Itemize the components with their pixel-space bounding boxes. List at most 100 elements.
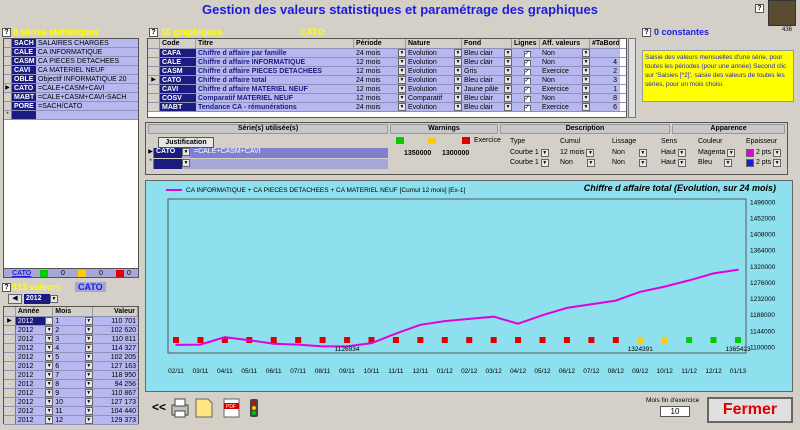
- mois-select[interactable]: 8 ▼: [53, 380, 93, 388]
- periode-select[interactable]: 12 mois ▼: [354, 94, 406, 102]
- series-label[interactable]: CA PIECES DETACHEES: [36, 57, 138, 65]
- table-row[interactable]: ▶ 2012 ▼ 1 ▼ 110 701: [4, 317, 138, 326]
- valeur-value[interactable]: 129 373: [92, 416, 138, 424]
- series-label[interactable]: CA MATERIEL NEUF: [36, 66, 138, 74]
- mois-fin-input[interactable]: 10: [660, 406, 690, 417]
- graphs-scrollbar[interactable]: [628, 38, 636, 118]
- nature-select[interactable]: Evolution ▼: [406, 49, 462, 57]
- tabord-value[interactable]: 4: [590, 58, 620, 66]
- aff-select[interactable]: Exercice ▼: [540, 85, 590, 93]
- series-code[interactable]: CATO: [12, 84, 36, 92]
- fond-select[interactable]: Bleu clair ▼: [462, 58, 512, 66]
- annee-select[interactable]: 2012 ▼: [15, 353, 54, 361]
- valeur-value[interactable]: 127 173: [92, 398, 138, 406]
- series-label[interactable]: Objectif INFORMATIQUE 20: [36, 75, 138, 83]
- cumul-select[interactable]: 12 mois ▼: [560, 149, 595, 157]
- table-row[interactable]: CASM Chiffre d affaire PIECES DETACHEES …: [148, 67, 626, 76]
- series-code[interactable]: MABT: [12, 93, 36, 101]
- periode-select[interactable]: 24 mois ▼: [354, 76, 406, 84]
- printer-icon[interactable]: [170, 397, 190, 419]
- cumul-select-2[interactable]: Non ▼: [560, 159, 595, 167]
- valeur-value[interactable]: 104 440: [92, 407, 138, 415]
- tabord-value[interactable]: 8: [590, 94, 620, 102]
- help-icon[interactable]: ?: [642, 28, 651, 37]
- table-row[interactable]: MABT Tendance CA - rémunérations 24 mois…: [148, 103, 626, 112]
- table-row[interactable]: 2012 ▼ 5 ▼ 102 205: [4, 353, 138, 362]
- list-item[interactable]: ▶ CATO =CALE+CASM+CAVI: [4, 84, 138, 93]
- graph-title[interactable]: Chiffre d affaire INFORMATIQUE: [196, 58, 354, 66]
- help-icon[interactable]: ?: [2, 283, 11, 292]
- aff-select[interactable]: Non ▼: [540, 49, 590, 57]
- series-used-row[interactable]: ▶ CATO ▼ =CALE+CASM+CAVI: [148, 148, 388, 158]
- couleur-select[interactable]: Magenta ▼: [698, 149, 736, 157]
- sens-select[interactable]: Haut ▼: [661, 149, 686, 157]
- mois-select[interactable]: 10 ▼: [53, 398, 93, 406]
- table-row[interactable]: CALE Chiffre d affaire INFORMATIQUE 12 m…: [148, 58, 626, 67]
- fond-select[interactable]: Bleu clair ▼: [462, 49, 512, 57]
- graph-title[interactable]: Chiffre d affaire par famille: [196, 49, 354, 57]
- row-code[interactable]: CATO: [154, 148, 182, 158]
- epaisseur-select[interactable]: 2 pts ▼: [746, 149, 782, 157]
- table-row[interactable]: COSV Comparatif MATERIEL NEUF 12 mois ▼ C…: [148, 94, 626, 103]
- annee-select[interactable]: 2012 ▼: [15, 389, 54, 397]
- series-footer-code[interactable]: CATO: [12, 270, 40, 277]
- table-row[interactable]: 2012 ▼ 3 ▼ 110 811: [4, 335, 138, 344]
- mois-select[interactable]: 1 ▼: [53, 317, 93, 325]
- help-icon[interactable]: ?: [149, 28, 158, 37]
- annee-select[interactable]: 2012 ▼: [15, 344, 54, 352]
- table-row[interactable]: 2012 ▼ 8 ▼ 94 256: [4, 380, 138, 389]
- help-icon[interactable]: ?: [2, 28, 11, 37]
- aff-select[interactable]: Exercice ▼: [540, 67, 590, 75]
- graphs-table[interactable]: Code Titre Période Nature Fond Lignes Af…: [147, 38, 627, 118]
- series-code[interactable]: CASM: [12, 57, 36, 65]
- series-code[interactable]: PORE: [12, 102, 36, 110]
- valeur-value[interactable]: 110 701: [92, 317, 138, 325]
- series-label[interactable]: CA INFORMATIQUE: [36, 48, 138, 56]
- table-row[interactable]: ▶ CATO Chiffre d affaire total 24 mois ▼ …: [148, 76, 626, 85]
- chevron-down-icon[interactable]: ▼: [182, 159, 190, 167]
- lissage-select[interactable]: Non ▼: [612, 149, 647, 157]
- table-row[interactable]: 2012 ▼ 6 ▼ 127 163: [4, 362, 138, 371]
- aff-select[interactable]: Exercice ▼: [540, 103, 590, 111]
- note-icon[interactable]: [194, 397, 214, 419]
- graph-code[interactable]: CAVI: [160, 85, 196, 93]
- annee-select[interactable]: 2012 ▼: [15, 398, 54, 406]
- mois-select[interactable]: 4 ▼: [53, 344, 93, 352]
- epaisseur-select-2[interactable]: 2 pts ▼: [746, 159, 782, 167]
- series-label[interactable]: =SACH/CATO: [36, 102, 138, 110]
- row-formula[interactable]: =CALE+CASM+CAVI: [190, 148, 388, 158]
- periode-select[interactable]: 24 mois ▼: [354, 103, 406, 111]
- fond-select[interactable]: Jaune pâle ▼: [462, 85, 512, 93]
- graph-title[interactable]: Chiffre d affaire PIECES DETACHEES: [196, 67, 354, 75]
- aff-select[interactable]: Non ▼: [540, 94, 590, 102]
- series-list[interactable]: SACH SALAIRES CHARGES CALE CA INFORMATIQ…: [3, 38, 139, 270]
- table-row[interactable]: CAVI Chiffre d affaire MATERIEL NEUF 12 …: [148, 85, 626, 94]
- annee-select[interactable]: 2012 ▼: [15, 335, 54, 343]
- graph-code[interactable]: COSV: [160, 94, 196, 102]
- tabord-value[interactable]: [590, 49, 620, 57]
- series-label[interactable]: =CALE+CASM+CAVI: [36, 84, 138, 92]
- list-item[interactable]: OBLE Objectif INFORMATIQUE 20: [4, 75, 138, 84]
- mois-select[interactable]: 5 ▼: [53, 353, 93, 361]
- tabord-value[interactable]: 1: [590, 85, 620, 93]
- nature-select[interactable]: Evolution ▼: [406, 85, 462, 93]
- table-row[interactable]: 2012 ▼ 10 ▼ 127 173: [4, 398, 138, 407]
- series-code[interactable]: CALE: [12, 48, 36, 56]
- valeur-value[interactable]: 110 867: [92, 389, 138, 397]
- couleur-select-2[interactable]: Bleu ▼: [698, 159, 732, 167]
- graph-code[interactable]: CAFA: [160, 49, 196, 57]
- table-row[interactable]: 2012 ▼ 7 ▼ 118 950: [4, 371, 138, 380]
- graph-code[interactable]: CASM: [160, 67, 196, 75]
- mois-select[interactable]: 11 ▼: [53, 407, 93, 415]
- periode-select[interactable]: 12 mois ▼: [354, 85, 406, 93]
- close-button[interactable]: Fermer: [707, 397, 793, 423]
- nature-select[interactable]: Evolution ▼: [406, 76, 462, 84]
- table-row[interactable]: 2012 ▼ 2 ▼ 102 620: [4, 326, 138, 335]
- graph-code[interactable]: CALE: [160, 58, 196, 66]
- tabord-value[interactable]: 2: [590, 67, 620, 75]
- annee-select[interactable]: 2012 ▼: [15, 371, 54, 379]
- valeur-value[interactable]: 102 205: [92, 353, 138, 361]
- fond-select[interactable]: Bleu clair ▼: [462, 76, 512, 84]
- fond-select[interactable]: Bleu clair ▼: [462, 103, 512, 111]
- mois-select[interactable]: 2 ▼: [53, 326, 93, 334]
